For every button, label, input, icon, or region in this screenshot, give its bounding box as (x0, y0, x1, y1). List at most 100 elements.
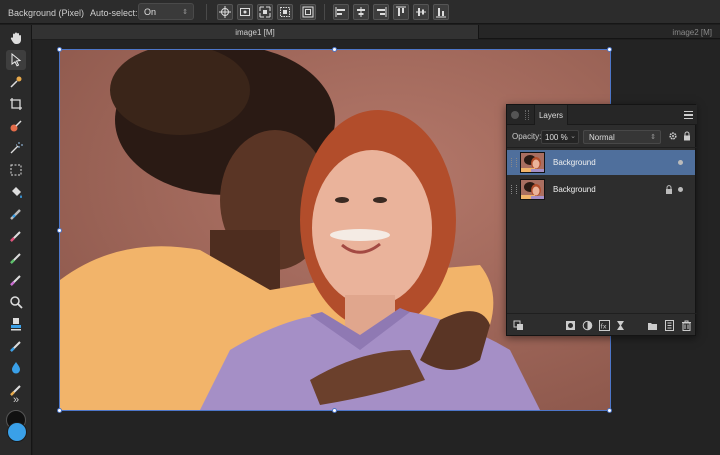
crop-icon (10, 98, 22, 110)
healing-tool[interactable] (6, 204, 26, 224)
opacity-label: Opacity: (512, 132, 542, 141)
resize-handle-top-right[interactable] (607, 47, 612, 52)
resize-handle-bottom-left[interactable] (57, 408, 62, 413)
layer-name[interactable]: Background (553, 158, 596, 167)
selection-brush-tool[interactable] (6, 116, 26, 136)
layer-type-label: Background (Pixel) (8, 8, 85, 18)
healing-brush-icon (10, 209, 21, 220)
opacity-field[interactable]: 100 % ⌄ (541, 130, 579, 144)
zoom-icon (10, 296, 23, 309)
align-top-button[interactable] (393, 4, 409, 20)
live-filters-icon[interactable] (615, 320, 626, 331)
primary-color-swatch[interactable] (7, 422, 27, 442)
dropdown-arrows-icon: ⇕ (182, 8, 188, 16)
tab-layers[interactable]: Layers (534, 105, 568, 125)
trash-icon[interactable] (681, 320, 692, 331)
align-right-icon (377, 7, 387, 17)
layer-name[interactable]: Background (553, 185, 596, 194)
resize-handle-top-left[interactable] (57, 47, 62, 52)
align-left-button[interactable] (333, 4, 349, 20)
gear-icon[interactable] (668, 131, 678, 141)
marquee-tool[interactable] (6, 160, 26, 180)
resize-handle-left[interactable] (57, 228, 62, 233)
layers-panel-header: Layers (507, 105, 697, 125)
crosshair-icon (219, 6, 231, 18)
paint-brush-tool[interactable] (6, 226, 26, 246)
erase-tool[interactable] (6, 248, 26, 268)
color-picker-tool[interactable] (6, 72, 26, 92)
alignment-grid-icon (280, 7, 290, 17)
tab-image1[interactable]: image1 [M] (32, 25, 479, 39)
panel-menu-icon[interactable] (684, 111, 693, 119)
resize-handle-bottom-right[interactable] (607, 408, 612, 413)
zoom-tool[interactable] (6, 292, 26, 312)
visibility-toggle-icon[interactable] (678, 160, 683, 165)
resize-handle-bottom[interactable] (332, 408, 337, 413)
clone-brush-icon (11, 318, 21, 331)
color-picker-icon (10, 76, 22, 88)
align-top-icon (396, 6, 406, 16)
blur-brush-icon (12, 362, 20, 374)
hand-tool[interactable] (6, 28, 26, 48)
bounding-box-icon (240, 8, 250, 16)
align-middle-button[interactable] (413, 4, 429, 20)
autoselect-label: Auto-select: (90, 8, 138, 18)
dropdown-arrows-icon: ⇕ (650, 134, 656, 141)
lock-icon[interactable] (682, 131, 692, 141)
alignment-handles-button[interactable] (277, 4, 293, 20)
layer-properties-icon[interactable] (513, 320, 524, 331)
adjustments-icon[interactable] (582, 320, 593, 331)
visibility-toggle-icon[interactable] (678, 187, 683, 192)
snapping-button[interactable] (257, 4, 273, 20)
move-tool[interactable] (6, 50, 26, 70)
blend-mode-value: Normal (589, 133, 615, 142)
layer-mask-icon[interactable] (565, 320, 576, 331)
dodge-tool[interactable] (6, 336, 26, 356)
autoselect-dropdown[interactable]: On ⇕ (138, 3, 194, 20)
layer-thumbnail (520, 179, 545, 200)
align-right-button[interactable] (373, 4, 389, 20)
bounding-box-button[interactable] (237, 4, 253, 20)
chevron-down-icon: ⌄ (570, 133, 576, 140)
smudge-tool[interactable] (6, 270, 26, 290)
transform-separately-icon (302, 6, 314, 18)
color-well[interactable] (4, 408, 28, 446)
group-icon[interactable] (647, 320, 658, 331)
document-tab-bar: image1 [M] image2 [M] (32, 25, 720, 39)
autoselect-value: On (144, 6, 157, 17)
move-icon (11, 53, 22, 67)
align-bottom-icon (436, 8, 446, 18)
new-layer-icon[interactable] (664, 320, 675, 331)
snap-icon (259, 6, 271, 18)
layer-thumbnail (520, 152, 545, 173)
layer-row[interactable]: Background (507, 177, 695, 202)
resize-handle-top[interactable] (332, 47, 337, 52)
lock-icon[interactable] (665, 185, 673, 194)
opacity-value: 100 % (545, 133, 568, 142)
drag-handle-icon[interactable] (525, 110, 529, 120)
separator (324, 4, 325, 20)
separator (206, 4, 207, 20)
smudge-brush-icon (10, 275, 21, 286)
align-bottom-button[interactable] (433, 4, 449, 20)
paintbrush-icon (10, 231, 21, 242)
marquee-select-icon (10, 164, 22, 176)
layer-row[interactable]: Background (507, 150, 695, 175)
clone-tool[interactable] (6, 314, 26, 334)
more-tools-button[interactable]: » (6, 393, 26, 407)
layer-options-bar: Opacity: 100 % ⌄ Normal ⇕ (507, 126, 697, 148)
flood-select-icon (10, 142, 23, 154)
transform-origin-button[interactable] (217, 4, 233, 20)
blur-tool[interactable] (6, 358, 26, 378)
crop-tool[interactable] (6, 94, 26, 114)
fx-icon[interactable]: fx (599, 320, 610, 331)
align-center-button[interactable] (353, 4, 369, 20)
flood-select-tool[interactable] (6, 138, 26, 158)
paint-brush-icon (10, 120, 22, 132)
flood-fill-tool[interactable] (6, 182, 26, 202)
align-middle-icon (416, 8, 426, 16)
close-panel-icon[interactable] (511, 111, 519, 119)
transform-separately-button[interactable] (300, 4, 316, 20)
blend-mode-dropdown[interactable]: Normal ⇕ (583, 130, 661, 144)
tab-image2[interactable]: image2 [M] (480, 25, 720, 39)
